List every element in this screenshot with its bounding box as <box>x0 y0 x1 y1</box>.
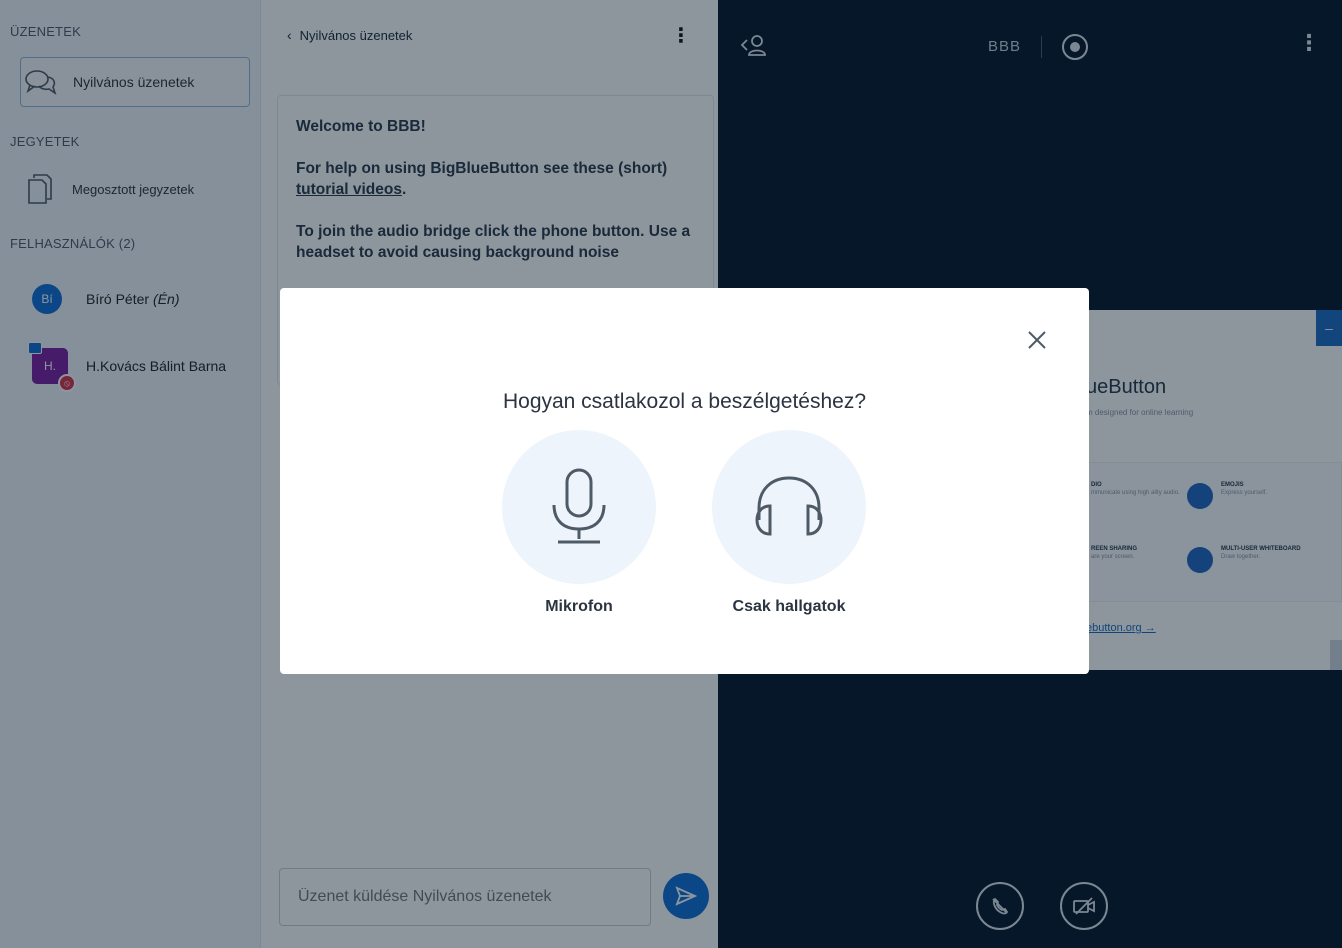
listen-only-circle[interactable] <box>712 430 866 584</box>
audio-modal: Hogyan csatlakozol a beszélgetéshez? Mik… <box>280 288 1089 674</box>
headphones-icon <box>755 476 823 536</box>
microphone-circle[interactable] <box>502 430 656 584</box>
microphone-icon <box>552 468 606 544</box>
close-icon <box>1028 331 1046 349</box>
close-button[interactable] <box>1025 328 1049 352</box>
modal-title: Hogyan csatlakozol a beszélgetéshez? <box>502 390 867 413</box>
microphone-label: Mikrofon <box>545 598 613 615</box>
listen-only-label: Csak hallgatok <box>732 598 846 615</box>
listen-only-button[interactable]: Csak hallgatok <box>712 430 866 616</box>
microphone-button[interactable]: Mikrofon <box>502 430 656 616</box>
